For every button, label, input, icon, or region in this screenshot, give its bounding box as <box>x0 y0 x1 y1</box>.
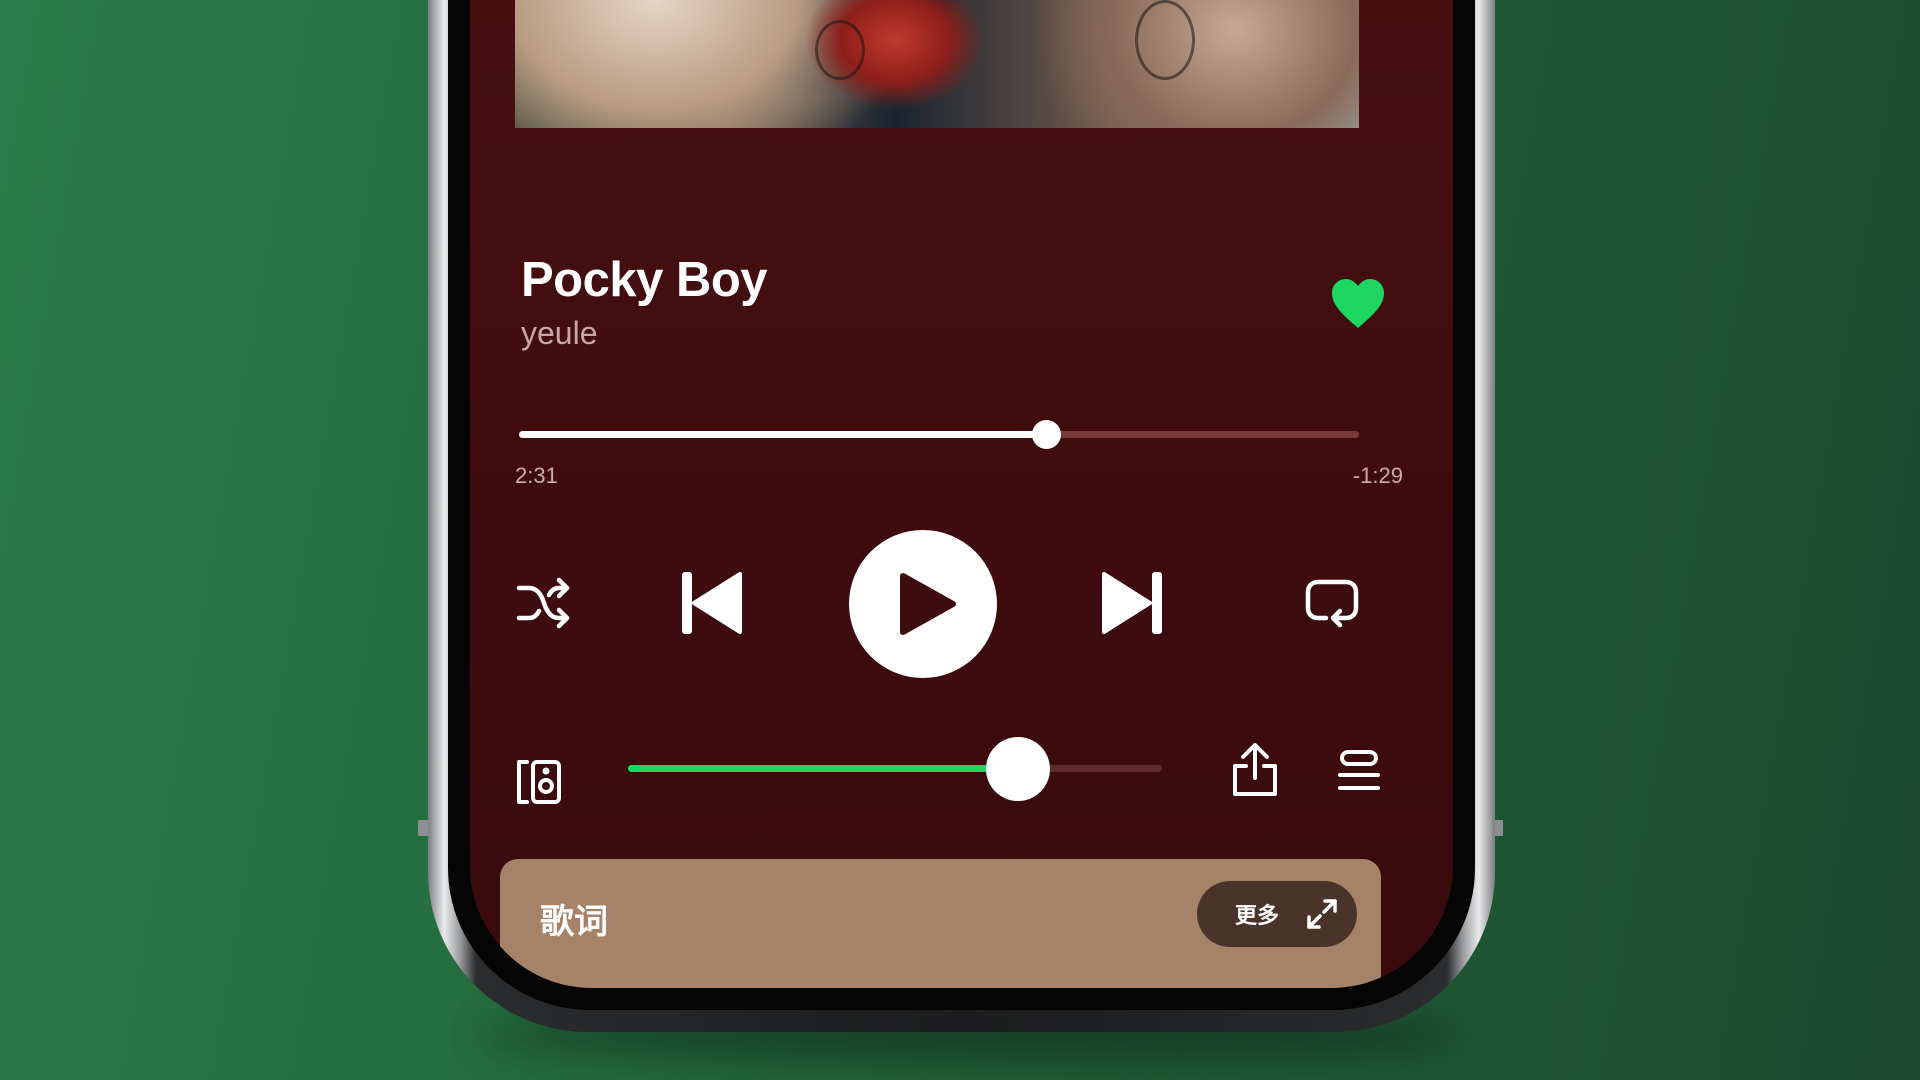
volume-fill <box>628 765 1018 772</box>
lyrics-more-button[interactable]: 更多 <box>1197 881 1357 947</box>
album-cover <box>515 0 1359 128</box>
shuffle-icon[interactable] <box>515 574 573 632</box>
skip-previous-icon[interactable] <box>680 570 744 636</box>
play-button[interactable] <box>849 530 997 678</box>
track-title[interactable]: Pocky Boy <box>521 252 768 308</box>
queue-icon[interactable] <box>1336 748 1382 794</box>
lyrics-title: 歌词 <box>540 903 608 941</box>
now-playing-screen: Pocky Boy yeule 2:31 -1:29 歌词 更多 <box>470 0 1453 988</box>
progress-fill <box>519 431 1046 438</box>
volume-slider[interactable] <box>628 737 1162 801</box>
phone-frame: Pocky Boy yeule 2:31 -1:29 歌词 更多 <box>428 0 1495 1032</box>
remaining-time: -1:29 <box>1352 463 1403 488</box>
connect-device-icon[interactable] <box>515 758 563 806</box>
progress-bar[interactable] <box>519 420 1359 449</box>
more-label: 更多 <box>1235 903 1280 928</box>
repeat-icon[interactable] <box>1304 574 1360 630</box>
expand-icon <box>1307 899 1337 929</box>
share-icon[interactable] <box>1229 742 1281 798</box>
play-icon <box>900 573 956 635</box>
volume-thumb[interactable] <box>985 737 1050 801</box>
elapsed-time: 2:31 <box>515 463 558 488</box>
artist-name[interactable]: yeule <box>521 315 598 352</box>
skip-next-icon[interactable] <box>1100 570 1164 636</box>
like-heart-icon[interactable] <box>1330 278 1386 330</box>
phone-bezel: Pocky Boy yeule 2:31 -1:29 歌词 更多 <box>448 0 1475 1010</box>
lyrics-card[interactable]: 歌词 更多 <box>500 859 1381 988</box>
progress-thumb[interactable] <box>1031 420 1061 449</box>
